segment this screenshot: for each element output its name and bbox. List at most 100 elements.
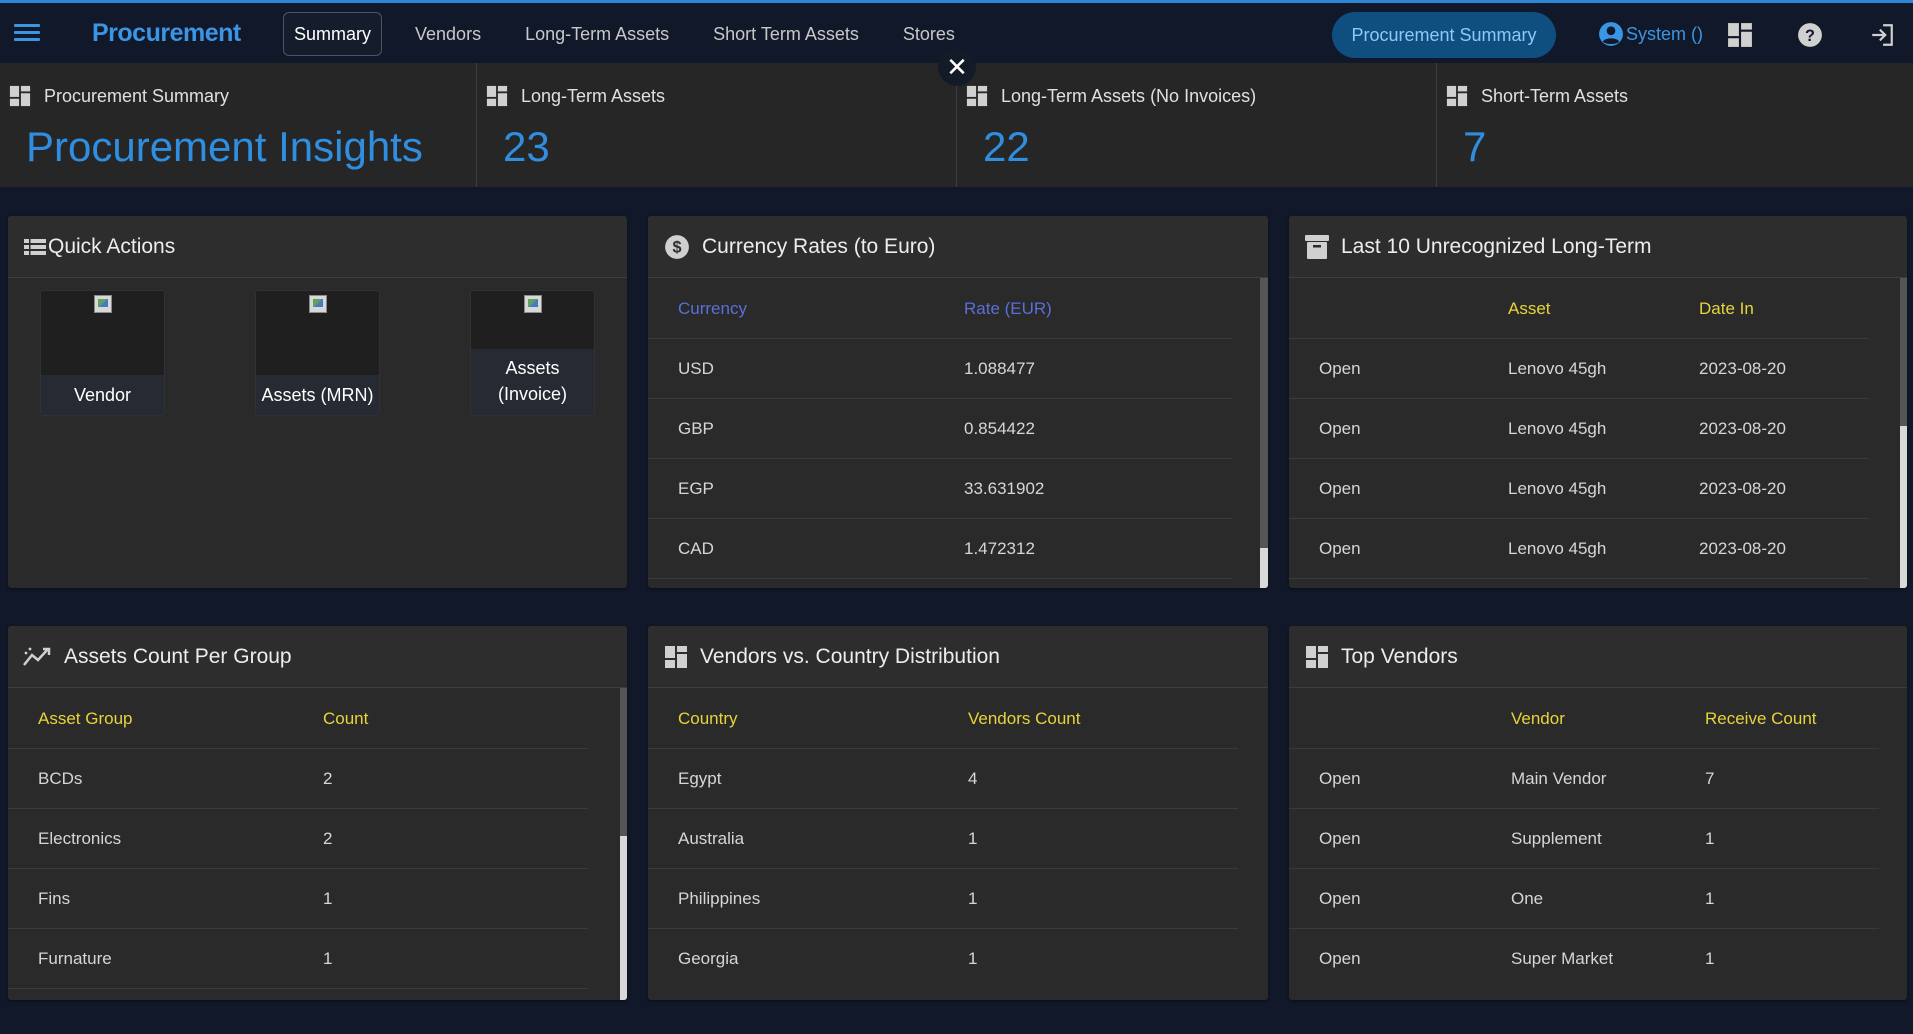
quick-action-label: Assets (Invoice) [471, 349, 594, 415]
table-row: Open One 1 [1289, 869, 1879, 929]
date-cell: 2023-08-20 [1699, 359, 1786, 378]
tab-vendors[interactable]: Vendors [404, 12, 492, 56]
table-row: Electronics 2 [8, 809, 588, 869]
table-row: Open Lenovo 45gh 2023-08-20 [1289, 399, 1869, 459]
hamburger-menu-icon[interactable] [14, 24, 40, 42]
open-link[interactable]: Open [1319, 949, 1361, 969]
stat-title: Long-Term Assets [521, 85, 666, 106]
currency-cell: GBP [678, 419, 714, 438]
assets-invoice-quick-action[interactable]: Assets (Invoice) [470, 290, 595, 416]
asset-cell: Lenovo 45gh [1508, 419, 1607, 438]
panel-title: Currency Rates (to Euro) [702, 234, 936, 258]
vendors-country-panel: Vendors vs. Country Distribution Country… [648, 626, 1268, 1000]
country-cell: Australia [678, 829, 745, 848]
close-icon[interactable]: ✕ [938, 48, 976, 86]
date-cell: 2023-08-20 [1699, 539, 1786, 558]
table-header-row: Asset Date In [1289, 279, 1869, 339]
count-cell: 1 [323, 949, 333, 968]
open-link[interactable]: Open [1319, 829, 1361, 849]
broken-image-icon [524, 295, 542, 313]
top-vendors-table: Vendor Receive Count Open Main Vendor 7 … [1289, 689, 1879, 989]
asset-groups-table: Asset Group Count BCDs 2 Electronics 2 F… [8, 689, 588, 989]
stat-title: Long-Term Assets (No Invoices) [1001, 85, 1257, 106]
receive-count-cell: 7 [1705, 769, 1715, 788]
broken-image-icon [94, 295, 112, 313]
table-header-row: Asset Group Count [8, 689, 588, 749]
table-row: Furnature 1 [8, 929, 588, 989]
count-cell: 2 [323, 829, 333, 848]
date-cell: 2023-08-20 [1699, 479, 1786, 498]
date-cell: 2023-08-20 [1699, 419, 1786, 438]
stat-short-term-assets[interactable]: Short-Term Assets 7 [1437, 63, 1913, 187]
table-row: CAD 1.472312 [648, 519, 1232, 579]
open-link[interactable]: Open [1319, 479, 1361, 499]
open-link[interactable]: Open [1319, 419, 1361, 439]
vendor-cell: One [1511, 889, 1544, 908]
table-row: Open Main Vendor 7 [1289, 749, 1879, 809]
assets-count-per-group-panel: Assets Count Per Group Asset Group Count… [8, 626, 627, 1000]
stat-title: Procurement Summary [44, 85, 230, 106]
dashboard-icon [966, 85, 988, 107]
vendor-quick-action[interactable]: Vendor [40, 290, 165, 416]
column-header: Asset [1508, 299, 1551, 318]
column-header: Country [678, 709, 738, 728]
procurement-summary-button[interactable]: Procurement Summary [1332, 12, 1556, 58]
account-circle-icon [1599, 22, 1623, 46]
stat-value: 7 [1463, 123, 1487, 170]
rate-cell: 1.472312 [964, 539, 1035, 558]
user-label: System () [1626, 23, 1704, 44]
group-cell: Furnature [38, 949, 112, 968]
tab-short-term-assets[interactable]: Short Term Assets [702, 12, 870, 56]
table-row: Open Lenovo 45gh 2023-08-20 [1289, 339, 1869, 399]
column-header: Count [323, 709, 369, 728]
stat-long-term-assets[interactable]: Long-Term Assets 23 [477, 63, 957, 187]
panel-title: Quick Actions [48, 234, 176, 258]
country-cell: Philippines [678, 889, 761, 908]
dashboard-icon [9, 85, 31, 107]
stat-long-term-no-invoices[interactable]: Long-Term Assets (No Invoices) 22 [957, 63, 1437, 187]
dashboard-icon [486, 85, 508, 107]
dashboard-icon [1446, 85, 1468, 107]
receive-count-cell: 1 [1705, 889, 1715, 908]
stat-value: Procurement Insights [26, 123, 423, 170]
table-row: BCDs 2 [8, 749, 588, 809]
count-cell: 2 [323, 769, 333, 788]
logout-icon[interactable] [1869, 22, 1895, 48]
table-header-row: Vendor Receive Count [1289, 689, 1879, 749]
scrollbar-thumb[interactable] [620, 836, 627, 1000]
table-row: EGP 33.631902 [648, 459, 1232, 519]
stat-procurement-summary: Procurement Summary Procurement Insights [0, 63, 477, 187]
dashboard-icon [1305, 645, 1329, 669]
table-row: Georgia 1 [648, 929, 1238, 989]
app-brand[interactable]: Procurement [92, 19, 241, 48]
table-row: Open Lenovo 45gh 2023-08-20 [1289, 519, 1869, 579]
tab-long-term-assets[interactable]: Long-Term Assets [514, 12, 680, 56]
currency-cell: EGP [678, 479, 714, 498]
help-icon[interactable]: ? [1797, 22, 1823, 48]
column-header: Currency [678, 299, 747, 318]
currency-table: Currency Rate (EUR) USD 1.088477 GBP 0.8… [648, 279, 1232, 579]
open-link[interactable]: Open [1319, 889, 1361, 909]
open-link[interactable]: Open [1319, 769, 1361, 789]
table-row: Philippines 1 [648, 869, 1238, 929]
group-cell: Electronics [38, 829, 122, 848]
table-header-row: Currency Rate (EUR) [648, 279, 1232, 339]
group-cell: Fins [38, 889, 71, 908]
scrollbar-thumb[interactable] [1900, 426, 1907, 588]
tab-summary[interactable]: Summary [283, 12, 383, 56]
count-cell: 4 [968, 769, 978, 788]
assets-mrn-quick-action[interactable]: Assets (MRN) [255, 290, 380, 416]
vendor-cell: Supplement [1511, 829, 1602, 848]
unrecognized-long-term-panel: Last 10 Unrecognized Long-Term Asset Dat… [1289, 216, 1907, 588]
asset-cell: Lenovo 45gh [1508, 479, 1607, 498]
stat-title: Short-Term Assets [1481, 85, 1629, 106]
open-link[interactable]: Open [1319, 359, 1361, 379]
trending-chart-icon [22, 645, 52, 669]
scrollbar-thumb[interactable] [1260, 548, 1268, 588]
dashboard-icon[interactable] [1727, 22, 1753, 48]
user-menu[interactable]: System () [1598, 21, 1703, 47]
scrollbar-track[interactable] [1260, 278, 1268, 588]
open-link[interactable]: Open [1319, 539, 1361, 559]
unrecognized-table: Asset Date In Open Lenovo 45gh 2023-08-2… [1289, 279, 1869, 579]
list-icon [24, 237, 46, 256]
